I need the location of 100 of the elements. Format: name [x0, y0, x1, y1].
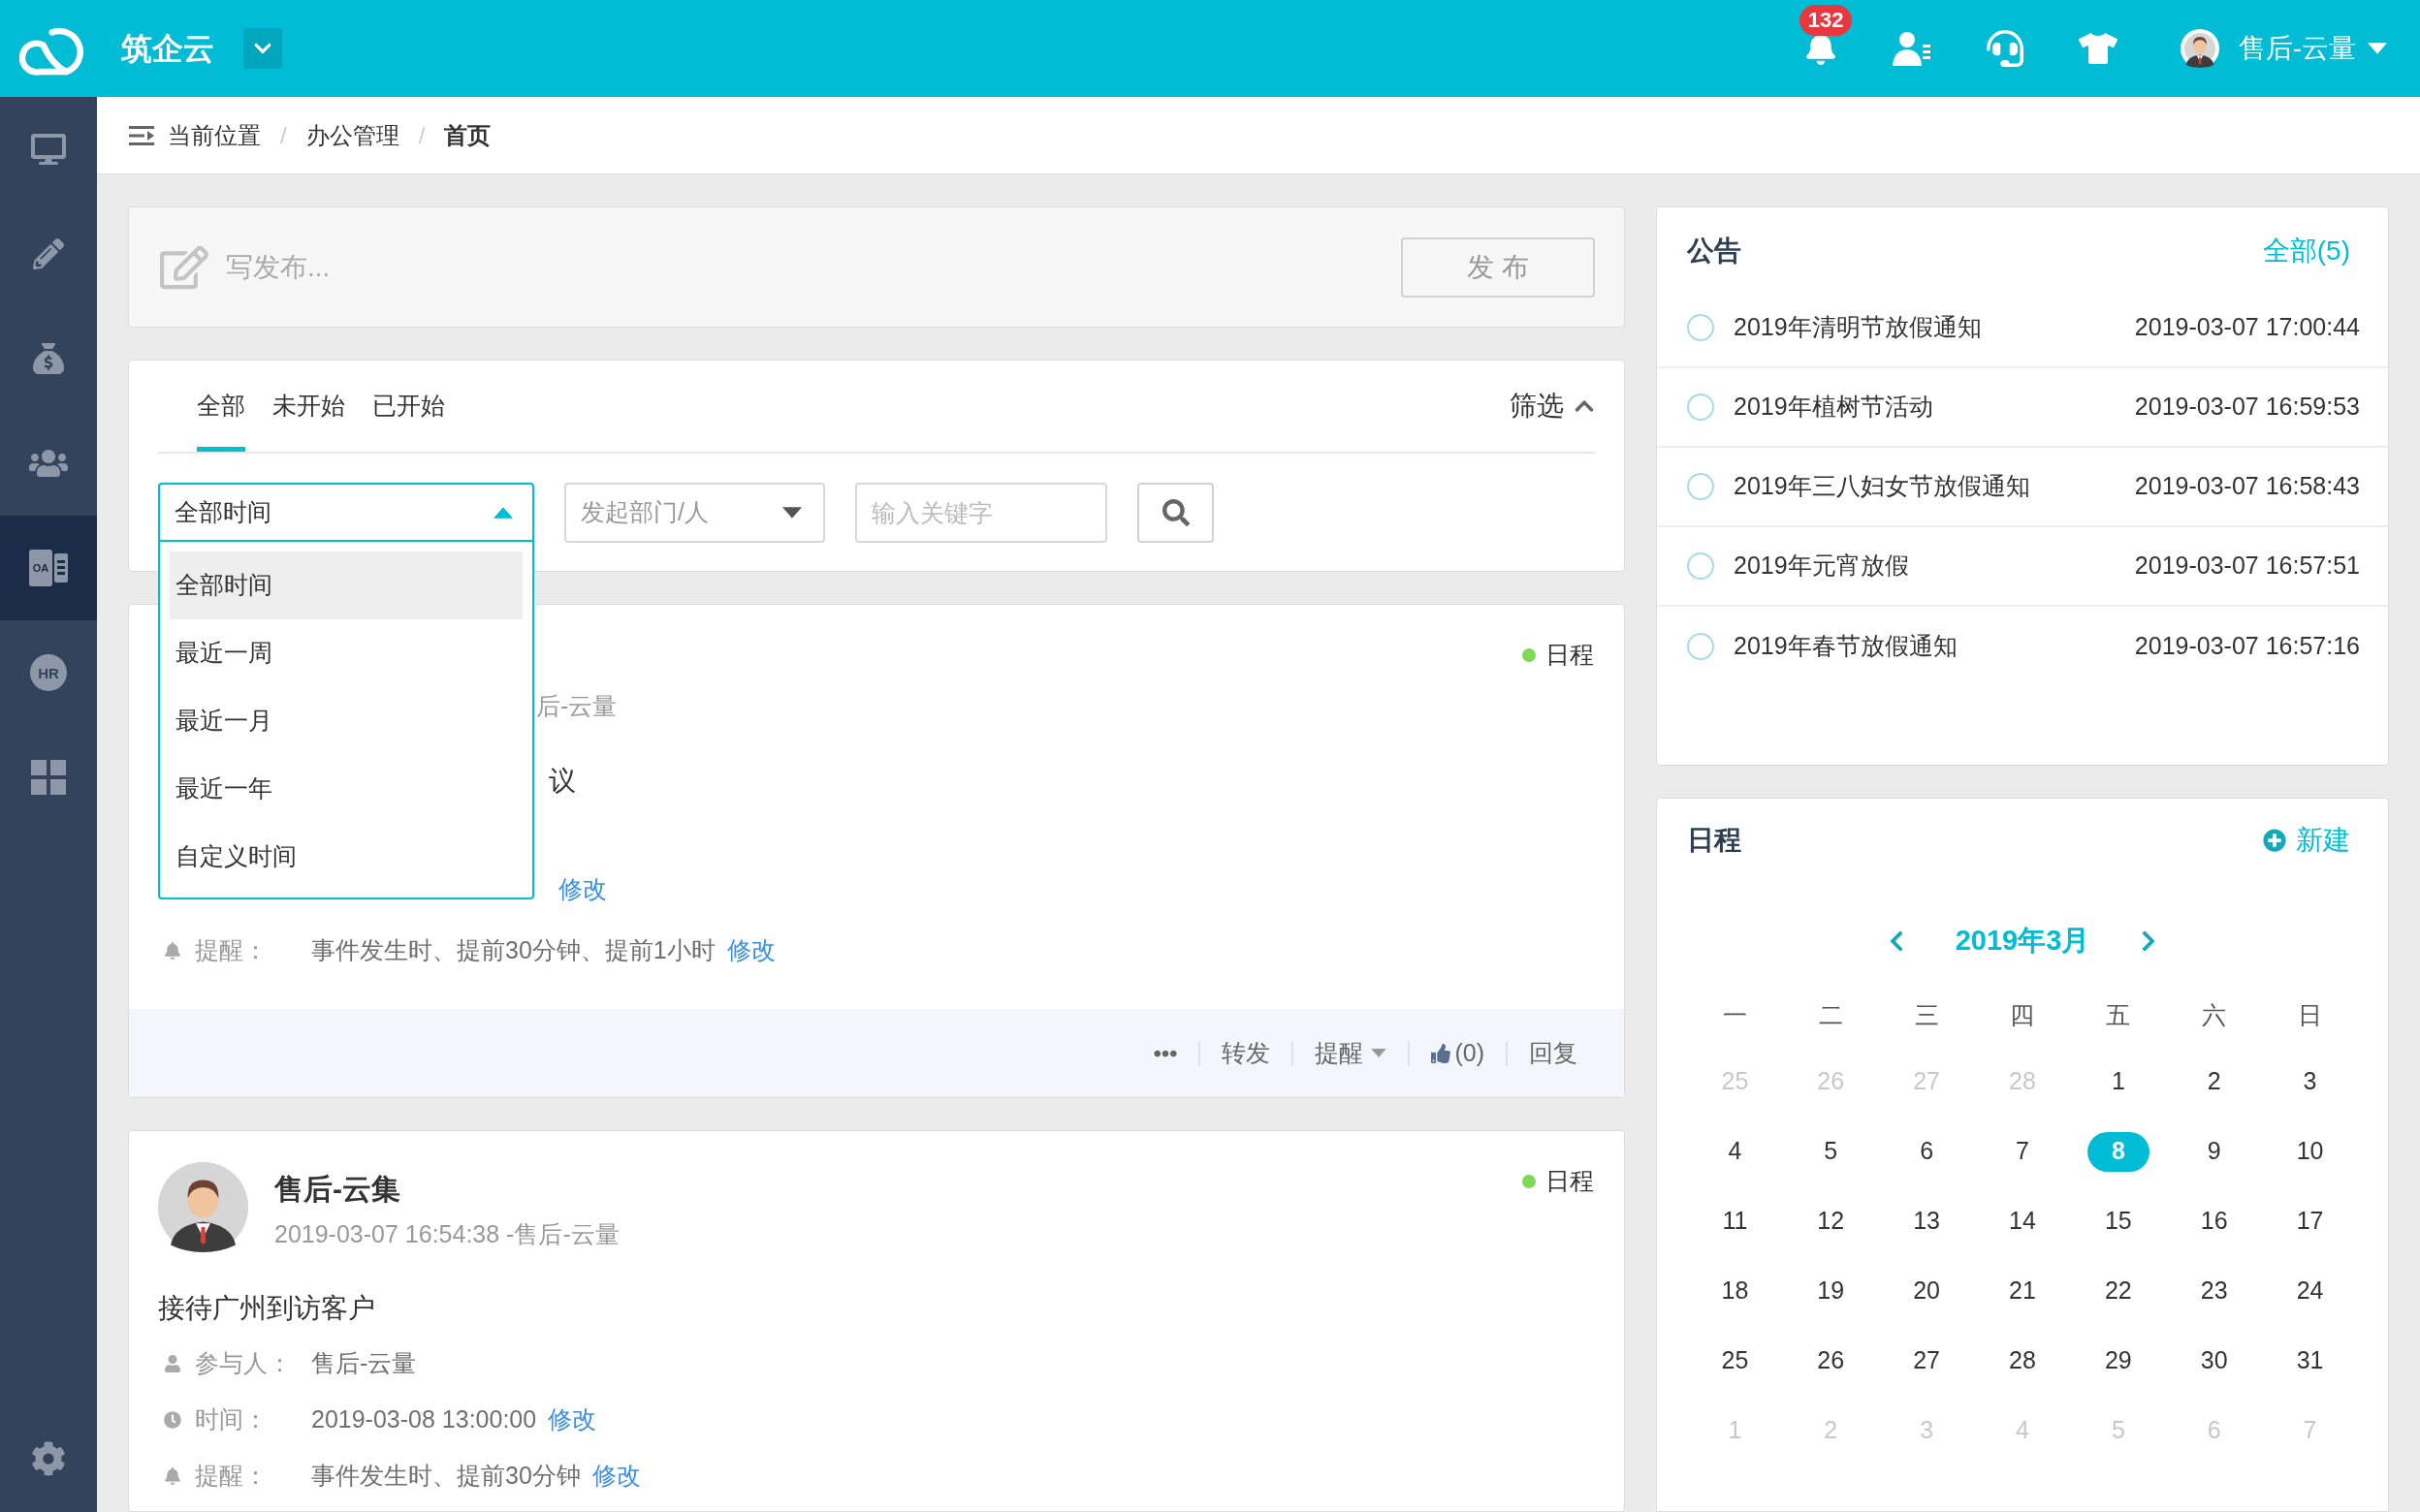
breadcrumb-current: 首页: [444, 120, 492, 150]
notice-title[interactable]: 2019年清明节放假通知: [1734, 309, 1982, 346]
breadcrumb-separator: /: [280, 120, 287, 150]
ring-icon: [1687, 552, 1714, 580]
weekday-label: 一: [1722, 1000, 1747, 1031]
post-meta: 后-云量: [536, 691, 618, 721]
field-value: 2019-03-08 13:00:00: [311, 1404, 537, 1435]
calendar-day[interactable]: 26: [1799, 1340, 1863, 1381]
filter-tab[interactable]: 全部: [197, 361, 245, 452]
thumbs-up-icon: [1431, 1043, 1451, 1063]
menu-indent-icon[interactable]: [129, 125, 154, 145]
filter-tab[interactable]: 已开始: [372, 361, 445, 452]
person-icon: [164, 1355, 181, 1372]
filter-tab[interactable]: 未开始: [272, 361, 345, 452]
calendar-day[interactable]: 6: [1895, 1131, 1958, 1172]
breadcrumb-label: 当前位置: [168, 120, 261, 150]
calendar-day[interactable]: 21: [1991, 1271, 2054, 1311]
notice-title[interactable]: 2019年三八妇女节放假通知: [1734, 468, 2030, 505]
category-label: 日程: [1545, 640, 1594, 671]
calendar-day[interactable]: 13: [1895, 1201, 1958, 1242]
calendar-day[interactable]: 10: [2278, 1131, 2341, 1172]
weekday-label: 二: [1818, 1000, 1843, 1031]
calendar-day[interactable]: 12: [1799, 1201, 1863, 1242]
bell-icon: [164, 1467, 181, 1485]
caret-down-icon: [2368, 43, 2387, 54]
notice-time: 2019-03-07 16:58:43: [2134, 471, 2360, 502]
money-bag-icon: [33, 340, 64, 377]
weekday-label: 日: [2298, 1000, 2323, 1031]
calendar-day[interactable]: 7: [1991, 1131, 2054, 1172]
notice-time: 2019-03-07 16:59:53: [2134, 392, 2360, 423]
action-button[interactable]: 回复: [1529, 1034, 1577, 1072]
monitor-icon: [31, 132, 66, 167]
card-title: 日程: [1687, 824, 1741, 857]
remind-menu-button[interactable]: 提醒: [1315, 1034, 1387, 1072]
field-value: 事件发生时、提前30分钟、提前1小时: [311, 935, 716, 966]
notice-title[interactable]: 2019年元宵放假: [1734, 548, 1909, 584]
dropdown-option[interactable]: 全部时间: [170, 551, 523, 619]
post-meta: 2019-03-07 16:54:38 -售后-云量: [274, 1219, 620, 1249]
sidebar-item[interactable]: OA: [0, 516, 97, 620]
caret-up-icon: [494, 507, 513, 519]
breadcrumb-separator: /: [418, 120, 426, 150]
calendar-day[interactable]: 16: [2182, 1201, 2245, 1242]
calendar-day[interactable]: 31: [2278, 1340, 2341, 1381]
field-value: 售后-云量: [311, 1348, 417, 1379]
field-label: 时间：: [195, 1405, 268, 1433]
calendar-day[interactable]: 11: [1704, 1201, 1767, 1242]
like-button[interactable]: (0): [1431, 1034, 1484, 1072]
compose-field[interactable]: 写发布...: [226, 242, 808, 292]
t-shirt-icon[interactable]: [2078, 31, 2118, 66]
calendar-day[interactable]: 30: [2182, 1340, 2245, 1381]
weekday-label: 五: [2106, 1000, 2131, 1031]
calendar-day[interactable]: 25: [1704, 1340, 1767, 1381]
calendar-day[interactable]: 17: [2278, 1201, 2341, 1242]
headset-icon[interactable]: [1986, 30, 2023, 67]
caret-down-icon: [782, 507, 802, 519]
notification-badge: 132: [1799, 5, 1853, 36]
calendar-day[interactable]: 19: [1799, 1271, 1863, 1311]
calendar-day[interactable]: 3: [2278, 1061, 2341, 1102]
field-value: 事件发生时、提前30分钟: [311, 1461, 581, 1492]
filter-toggle[interactable]: 筛选: [1510, 361, 1595, 452]
ring-icon: [1687, 394, 1714, 421]
clock-icon: [164, 1411, 181, 1429]
calendar-day[interactable]: 1: [2086, 1061, 2149, 1102]
calendar-day[interactable]: 23: [2182, 1271, 2245, 1311]
weekday-label: 四: [2010, 1000, 2035, 1031]
calendar-day[interactable]: 9: [2182, 1131, 2245, 1172]
calendar-day[interactable]: 27: [1895, 1340, 1958, 1381]
calendar-day[interactable]: 14: [1991, 1201, 2054, 1242]
breadcrumb-link[interactable]: 办公管理: [305, 117, 399, 153]
pencil-icon: [33, 238, 64, 269]
calendar-day[interactable]: 2: [2182, 1061, 2245, 1102]
card-title: 公告: [1687, 235, 1741, 268]
calendar-day[interactable]: 28: [1991, 1340, 2054, 1381]
category-label: 日程: [1545, 1166, 1594, 1197]
calendar-day[interactable]: 4: [1704, 1131, 1767, 1172]
keyword-field[interactable]: 输入关键字: [855, 483, 1107, 543]
calendar-day[interactable]: 22: [2086, 1271, 2149, 1311]
calendar-day[interactable]: 5: [1799, 1131, 1863, 1172]
notice-time: 2019-03-07 16:57:51: [2134, 551, 2360, 582]
search-button[interactable]: [1137, 483, 1214, 543]
author-name: 售后-云集: [274, 1172, 400, 1207]
settings-icon[interactable]: [31, 1441, 66, 1476]
field-label: 提醒：: [195, 936, 268, 964]
calendar-day[interactable]: 24: [2278, 1271, 2341, 1311]
weekday-label: 三: [1914, 1000, 1939, 1031]
calendar-day[interactable]: 18: [1704, 1271, 1767, 1311]
brand-name: 筑企云: [121, 30, 214, 68]
ring-icon: [1687, 633, 1714, 660]
brand-dropdown-button[interactable]: [243, 28, 282, 69]
calendar-day[interactable]: 29: [2086, 1340, 2149, 1381]
notice-title[interactable]: 2019年植树节活动: [1734, 389, 1933, 425]
avatar-icon: [2180, 29, 2219, 68]
bell-icon: [164, 942, 181, 960]
calendar-day[interactable]: 20: [1895, 1271, 1958, 1311]
ring-icon: [1687, 473, 1714, 500]
calendar-day[interactable]: 15: [2086, 1201, 2149, 1242]
weekday-label: 六: [2202, 1000, 2227, 1031]
contact-person-icon[interactable]: [1892, 31, 1931, 66]
action-button[interactable]: 转发: [1222, 1034, 1271, 1072]
notice-title[interactable]: 2019年春节放假通知: [1734, 628, 1958, 665]
